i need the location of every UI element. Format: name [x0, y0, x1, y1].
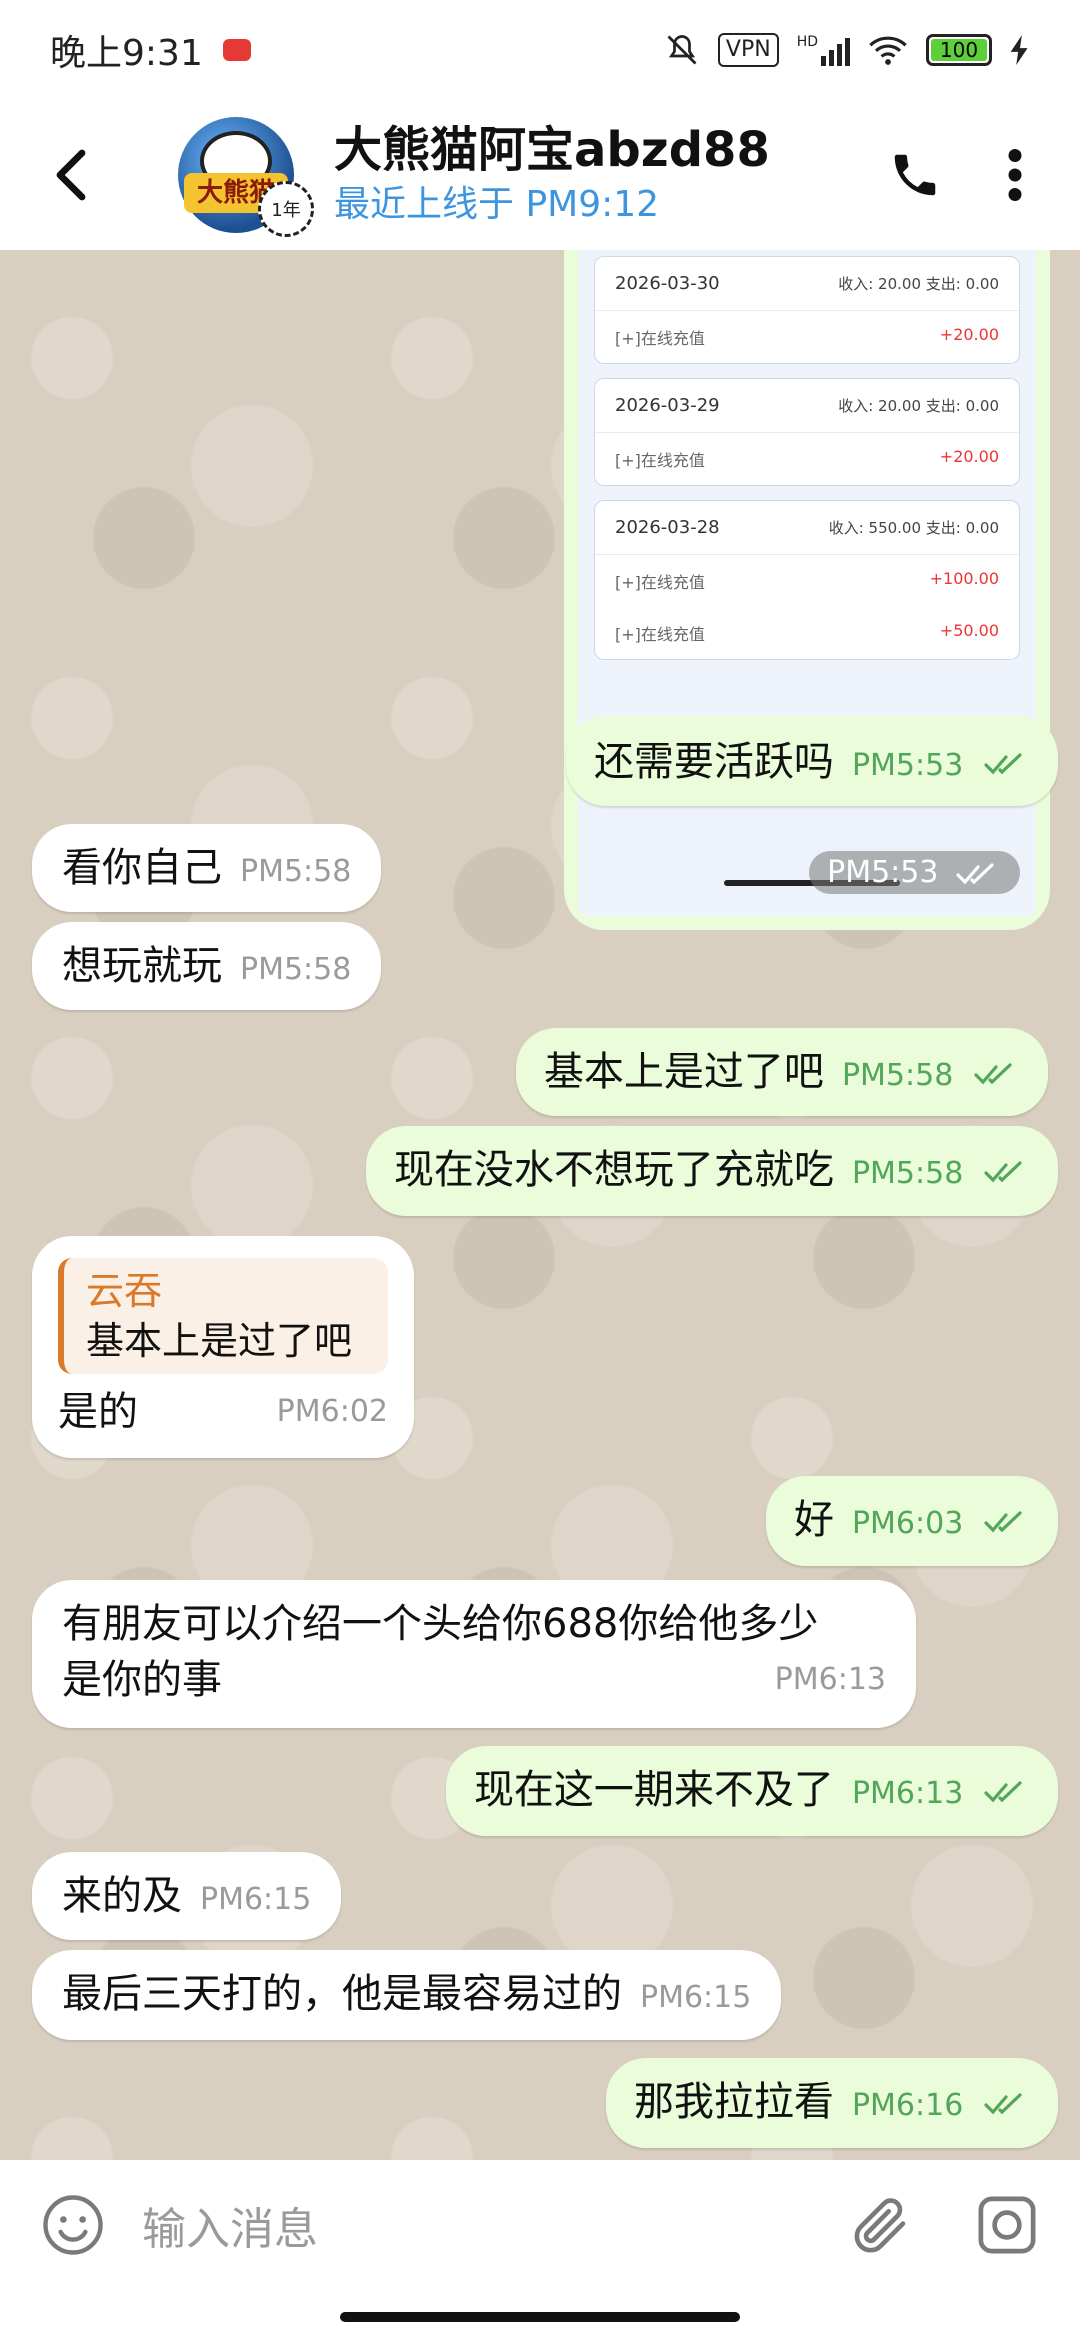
- message-text: 还需要活跃吗: [593, 739, 834, 785]
- message-text: 现在这一期来不及了: [473, 1767, 834, 1813]
- message-outgoing[interactable]: 基本上是过了吧 PM5:58: [515, 1028, 1048, 1116]
- message-time: PM6:03: [851, 1506, 964, 1541]
- message-time: PM5:53: [851, 748, 964, 783]
- message-incoming-reply[interactable]: 云吞 基本上是过了吧 是的 PM6:02: [32, 1236, 414, 1458]
- double-check-icon: [984, 1161, 1022, 1183]
- double-check-icon: [956, 862, 994, 884]
- image-timestamp: PM5:53: [809, 851, 1020, 894]
- back-button[interactable]: [20, 115, 120, 235]
- message-text: 最后三天打的，他是最容易过的: [62, 1971, 622, 2017]
- message-text: 来的及: [62, 1873, 182, 1919]
- message-incoming[interactable]: 看你自己 PM5:58: [32, 824, 382, 912]
- image-message[interactable]: 2026-03-30 收入: 20.00 支出: 0.00 [+]在线充值 +20.…: [564, 250, 1050, 930]
- message-outgoing[interactable]: 那我拉拉看 PM6:16: [605, 2058, 1058, 2148]
- record-amount: +20.00: [939, 325, 999, 344]
- message-time: PM6:15: [200, 1882, 312, 1917]
- call-button[interactable]: [870, 130, 960, 220]
- message-time: PM5:58: [841, 1058, 954, 1093]
- record-label: [+]在线充值: [615, 573, 705, 592]
- app-notification-icon: [222, 39, 251, 61]
- record-label: [+]在线充值: [615, 451, 705, 470]
- message-time: PM5:58: [851, 1156, 964, 1191]
- chat-messages[interactable]: 2026-03-30 收入: 20.00 支出: 0.00 [+]在线充值 +20.…: [0, 250, 1080, 2160]
- record-card: 2026-03-30 收入: 20.00 支出: 0.00 [+]在线充值 +20.…: [594, 256, 1020, 364]
- message-time: PM6:02: [276, 1394, 388, 1429]
- avatar[interactable]: 大熊猫 1年: [178, 117, 314, 237]
- battery-icon: 100: [926, 34, 992, 66]
- message-input[interactable]: 输入消息: [142, 2193, 848, 2257]
- message-text: 有朋友可以介绍一个头给你688你给他多少: [62, 1601, 819, 1647]
- status-bar: 晚上9:31 VPN HD 100: [0, 0, 1080, 100]
- last-seen-status: 最近上线于 PM9:12: [334, 184, 660, 225]
- record-amount: +20.00: [939, 447, 999, 466]
- double-check-icon: [984, 2093, 1022, 2115]
- record-date: 2026-03-29: [615, 395, 720, 416]
- record-label: [+]在线充值: [615, 329, 705, 348]
- message-text: 基本上是过了吧: [543, 1049, 824, 1095]
- message-time: PM6:13: [851, 1776, 964, 1811]
- more-menu-button[interactable]: [970, 130, 1060, 220]
- message-outgoing[interactable]: 还需要活跃吗 PM5:53: [565, 716, 1058, 806]
- message-time: PM6:16: [851, 2088, 964, 2123]
- image-time-text: PM5:53: [827, 855, 939, 890]
- message-text: 是的: [58, 1389, 138, 1435]
- message-text-continued: 是你的事: [62, 1657, 222, 1703]
- quoted-sender: 云吞: [86, 1269, 163, 1313]
- attachment-icon[interactable]: [848, 2192, 914, 2258]
- more-vertical-icon: [1008, 149, 1022, 201]
- record-date: 2026-03-30: [615, 273, 720, 294]
- message-time: PM6:13: [774, 1662, 886, 1697]
- battery-level: 100: [931, 39, 987, 61]
- record-amount: +100.00: [929, 569, 999, 588]
- emoji-icon[interactable]: [40, 2192, 106, 2258]
- double-check-icon: [984, 753, 1022, 775]
- record-label: [+]在线充值: [615, 625, 705, 644]
- record-summary: 收入: 20.00 支出: 0.00: [838, 275, 999, 293]
- contact-name: 大熊猫阿宝abzd88: [334, 122, 770, 178]
- record-summary: 收入: 20.00 支出: 0.00: [838, 397, 999, 415]
- avatar-badge: 1年: [258, 181, 314, 237]
- double-check-icon: [984, 1511, 1022, 1533]
- message-outgoing[interactable]: 现在这一期来不及了 PM6:13: [445, 1746, 1058, 1836]
- shared-screenshot[interactable]: 2026-03-30 收入: 20.00 支出: 0.00 [+]在线充值 +20.…: [578, 250, 1036, 916]
- navigation-bar: [0, 2290, 1080, 2340]
- charging-icon: [1010, 35, 1028, 65]
- contact-info[interactable]: 大熊猫阿宝abzd88 最近上线于 PM9:12: [334, 120, 870, 230]
- double-check-icon: [984, 1781, 1022, 1803]
- status-time: 晚上9:31: [50, 33, 203, 74]
- record-summary: 收入: 550.00 支出: 0.00: [828, 519, 999, 537]
- message-text: 好: [793, 1497, 834, 1543]
- message-incoming[interactable]: 最后三天打的，他是最容易过的 PM6:15: [32, 1950, 782, 2040]
- vpn-icon: VPN: [717, 33, 779, 67]
- gesture-handle[interactable]: [340, 2312, 740, 2322]
- back-arrow-icon: [56, 149, 86, 201]
- message-text: 想玩就玩: [62, 943, 222, 989]
- record-date: 2026-03-28: [615, 517, 720, 538]
- record-card: 2026-03-29 收入: 20.00 支出: 0.00 [+]在线充值 +20.…: [594, 378, 1020, 486]
- record-amount: +50.00: [939, 621, 999, 640]
- message-incoming[interactable]: 来的及 PM6:15: [32, 1852, 342, 1940]
- quoted-message[interactable]: 云吞 基本上是过了吧: [58, 1258, 388, 1374]
- double-check-icon: [974, 1063, 1012, 1085]
- mute-icon: [667, 35, 697, 65]
- message-outgoing[interactable]: 好 PM6:03: [765, 1476, 1058, 1566]
- message-text: 现在没水不想玩了充就吃: [393, 1147, 834, 1193]
- message-outgoing[interactable]: 现在没水不想玩了充就吃 PM5:58: [365, 1126, 1058, 1216]
- message-time: PM6:15: [640, 1980, 752, 2015]
- chat-header: 大熊猫 1年 大熊猫阿宝abzd88 最近上线于 PM9:12: [0, 100, 1080, 250]
- wifi-icon: [869, 36, 907, 65]
- signal-icon: HD: [797, 34, 850, 66]
- message-time: PM5:58: [240, 854, 352, 889]
- message-incoming[interactable]: 有朋友可以介绍一个头给你688你给他多少 是你的事 PM6:13: [32, 1580, 916, 1728]
- message-text: 看你自己: [62, 845, 222, 891]
- message-input-bar: 输入消息: [0, 2160, 1080, 2290]
- quoted-text: 基本上是过了吧: [86, 1319, 353, 1363]
- phone-icon: [894, 154, 936, 196]
- message-incoming[interactable]: 想玩就玩 PM5:58: [32, 922, 382, 1010]
- message-time: PM5:58: [240, 952, 352, 987]
- record-card: 2026-03-28 收入: 550.00 支出: 0.00 [+]在线充值 +10…: [594, 500, 1020, 660]
- hd-label: HD: [796, 34, 818, 50]
- message-text: 那我拉拉看: [633, 2079, 834, 2125]
- camera-icon[interactable]: [974, 2192, 1040, 2258]
